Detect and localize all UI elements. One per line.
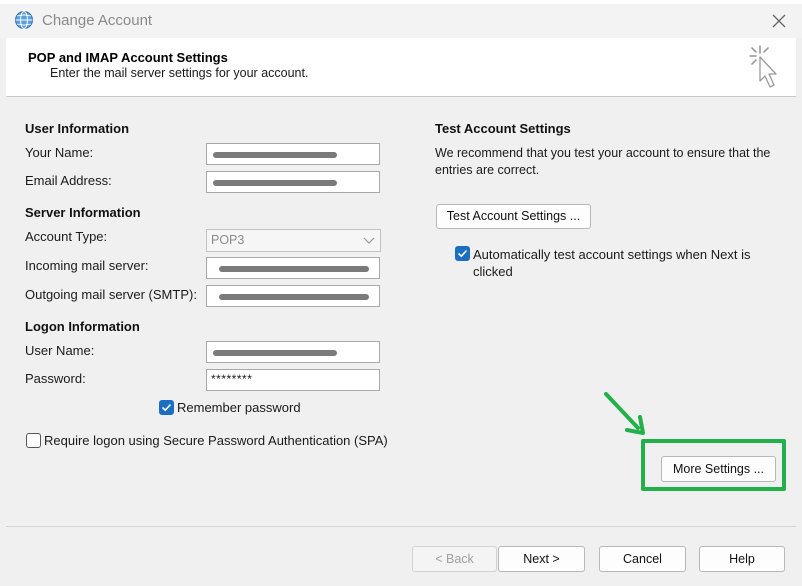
logon-info-heading: Logon Information <box>25 319 140 334</box>
user-info-heading: User Information <box>25 121 130 136</box>
username-label: User Name: <box>25 343 95 358</box>
username-input[interactable] <box>206 341 380 363</box>
test-account-settings-button[interactable]: Test Account Settings ... <box>436 204 591 229</box>
spa-label: Require logon using Secure Password Auth… <box>44 433 388 448</box>
outlook-globe-icon <box>15 11 33 29</box>
password-mask: ******** <box>211 372 253 386</box>
redacted-value <box>213 350 337 356</box>
header-panel: POP and IMAP Account Settings Enter the … <box>6 38 796 97</box>
incoming-server-input[interactable] <box>206 257 380 279</box>
chevron-down-icon <box>363 237 375 244</box>
sparkle-cursor-icon <box>749 45 777 88</box>
email-label: Email Address: <box>25 173 112 188</box>
remember-password-label: Remember password <box>177 400 301 415</box>
page-title: POP and IMAP Account Settings <box>28 50 228 65</box>
remember-password-checkbox[interactable] <box>159 400 174 415</box>
outgoing-server-label: Outgoing mail server (SMTP): <box>25 287 197 302</box>
auto-test-checkbox[interactable] <box>455 246 470 261</box>
your-name-label: Your Name: <box>25 145 94 160</box>
test-settings-heading: Test Account Settings <box>435 121 571 136</box>
more-settings-button[interactable]: More Settings ... <box>661 456 776 482</box>
redacted-value <box>219 266 369 272</box>
close-button[interactable] <box>766 8 792 34</box>
outgoing-server-input[interactable] <box>206 285 380 307</box>
redacted-value <box>219 294 369 300</box>
account-type-value: POP3 <box>211 233 245 247</box>
password-input[interactable]: ******** <box>206 369 380 391</box>
auto-test-label: Automatically test account settings when… <box>473 247 751 279</box>
close-icon <box>772 14 786 28</box>
test-settings-description: We recommend that you test your account … <box>435 146 771 177</box>
cancel-button[interactable]: Cancel <box>599 546 686 572</box>
incoming-server-label: Incoming mail server: <box>25 258 149 273</box>
redacted-value <box>213 180 337 186</box>
server-info-heading: Server Information <box>25 205 141 220</box>
check-icon <box>161 403 172 412</box>
page-subtitle: Enter the mail server settings for your … <box>50 66 309 80</box>
spa-checkbox[interactable] <box>26 433 41 448</box>
help-button[interactable]: Help <box>699 546 785 572</box>
footer-divider <box>6 526 796 527</box>
green-arrow-annotation <box>604 392 645 435</box>
account-type-label: Account Type: <box>25 229 108 244</box>
check-icon <box>457 249 468 258</box>
account-type-select[interactable]: POP3 <box>206 229 381 252</box>
title-bar: Change Account <box>0 4 802 38</box>
next-button[interactable]: Next > <box>498 546 585 572</box>
back-button[interactable]: < Back <box>412 546 497 572</box>
your-name-input[interactable] <box>206 143 380 165</box>
redacted-value <box>213 152 337 158</box>
password-label: Password: <box>25 371 86 386</box>
window-title: Change Account <box>42 12 153 29</box>
email-address-input[interactable] <box>206 171 380 193</box>
